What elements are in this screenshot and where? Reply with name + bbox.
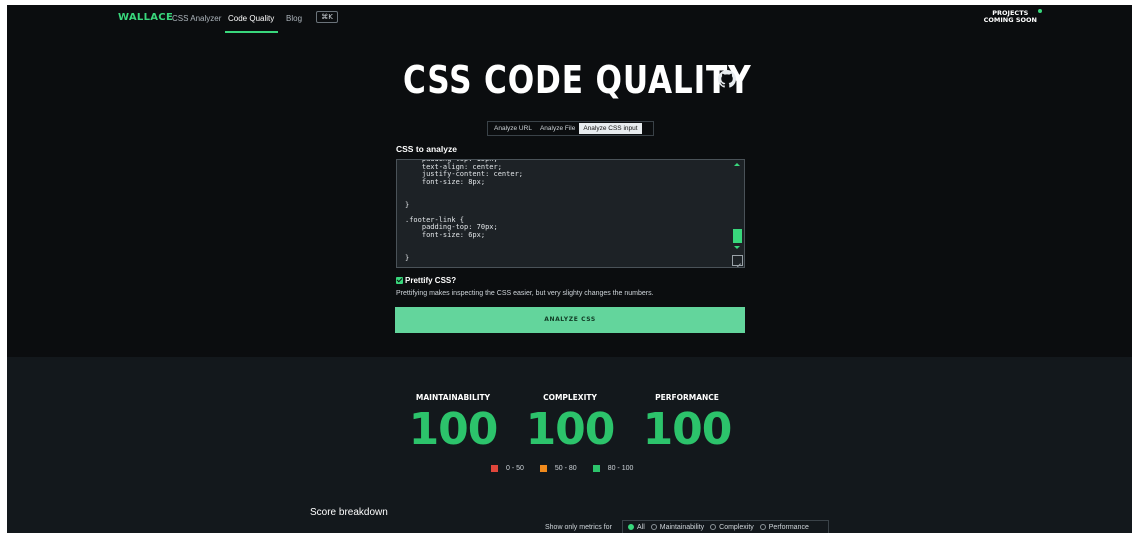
- nav-link-css-analyzer[interactable]: CSS Analyzer: [172, 14, 221, 23]
- score-value: 100: [525, 404, 616, 455]
- filter-option-performance[interactable]: Performance: [759, 523, 809, 531]
- brand-logo[interactable]: WALLACE: [118, 12, 173, 23]
- css-input-code: padding-top: 15px; text-align: center; j…: [405, 159, 524, 262]
- analyze-css-button[interactable]: ANALYZE CSS: [395, 307, 745, 333]
- projects-link[interactable]: PROJECTS COMING SOON: [983, 9, 1042, 24]
- filter-option-all[interactable]: All: [628, 524, 645, 531]
- score-value: 100: [642, 404, 733, 455]
- legend-swatch-red: [491, 465, 498, 472]
- nav-link-code-quality[interactable]: Code Quality: [228, 14, 274, 23]
- score-breakdown-heading: Score breakdown: [310, 507, 388, 518]
- legend-label: 50 - 80: [554, 465, 577, 472]
- notification-dot: [1038, 9, 1042, 13]
- radio-icon[interactable]: [759, 524, 766, 530]
- filter-option-label: Performance: [768, 523, 809, 531]
- tab-analyze-file[interactable]: Analyze File: [536, 123, 579, 134]
- scroll-down-arrow-icon[interactable]: [734, 246, 740, 249]
- metric-filter-group: All Maintainability Complexity Performan…: [622, 520, 829, 533]
- nav-link-blog[interactable]: Blog: [286, 14, 302, 23]
- scroll-up-arrow-icon[interactable]: [734, 163, 740, 166]
- textarea-scrollbar[interactable]: [732, 161, 743, 267]
- coming-soon-label: COMING SOON: [983, 16, 1037, 24]
- prettify-help-text: Prettifying makes inspecting the CSS eas…: [396, 290, 654, 297]
- legend-label: 80 - 100: [607, 465, 634, 472]
- filter-option-label: Complexity: [719, 523, 754, 531]
- score-title: COMPLEXITY: [543, 393, 597, 402]
- github-icon[interactable]: [718, 70, 736, 88]
- page-title: CSS CODE QUALITY: [403, 58, 752, 102]
- css-input-textarea[interactable]: padding-top: 15px; text-align: center; j…: [396, 159, 745, 268]
- metric-filter-label: Show only metrics for: [545, 524, 612, 531]
- resize-handle-icon[interactable]: [732, 255, 743, 266]
- score-maintainability: MAINTAINABILITY 100: [403, 393, 503, 455]
- analyze-mode-tabs: Analyze URL Analyze File Analyze CSS inp…: [487, 121, 654, 136]
- top-nav: WALLACE CSS Analyzer Code Quality Blog ⌘…: [7, 5, 1132, 35]
- legend-label: 0 - 50: [506, 465, 524, 472]
- filter-option-label: Maintainability: [659, 523, 705, 531]
- score-legend: 0 - 50 50 - 80 80 - 100: [491, 465, 649, 472]
- legend-swatch-green: [592, 465, 600, 472]
- score-title: MAINTAINABILITY: [415, 393, 491, 402]
- active-nav-indicator: [225, 31, 278, 33]
- app-frame: WALLACE CSS Analyzer Code Quality Blog ⌘…: [7, 5, 1132, 533]
- score-value: 100: [408, 404, 499, 455]
- score-title: PERFORMANCE: [655, 393, 719, 402]
- legend-swatch-orange: [539, 465, 547, 472]
- radio-icon[interactable]: [650, 524, 657, 530]
- radio-selected-icon[interactable]: [628, 524, 634, 530]
- score-performance: PERFORMANCE 100: [637, 393, 737, 455]
- prettify-checkbox[interactable]: [396, 277, 403, 284]
- score-complexity: COMPLEXITY 100: [520, 393, 620, 455]
- tab-analyze-css-input[interactable]: Analyze CSS input: [579, 123, 642, 134]
- filter-option-complexity[interactable]: Complexity: [710, 524, 754, 531]
- results-section: MAINTAINABILITY 100 COMPLEXITY 100 PERFO…: [7, 357, 1132, 533]
- filter-option-label: All: [637, 523, 645, 531]
- command-palette-shortcut[interactable]: ⌘K: [316, 11, 338, 23]
- filter-option-maintainability[interactable]: Maintainability: [650, 523, 705, 531]
- scrollbar-thumb[interactable]: [733, 229, 742, 243]
- prettify-label[interactable]: Prettify CSS?: [405, 276, 456, 285]
- radio-icon[interactable]: [710, 524, 717, 530]
- tab-analyze-url[interactable]: Analyze URL: [490, 123, 536, 134]
- css-input-label: CSS to analyze: [396, 144, 457, 154]
